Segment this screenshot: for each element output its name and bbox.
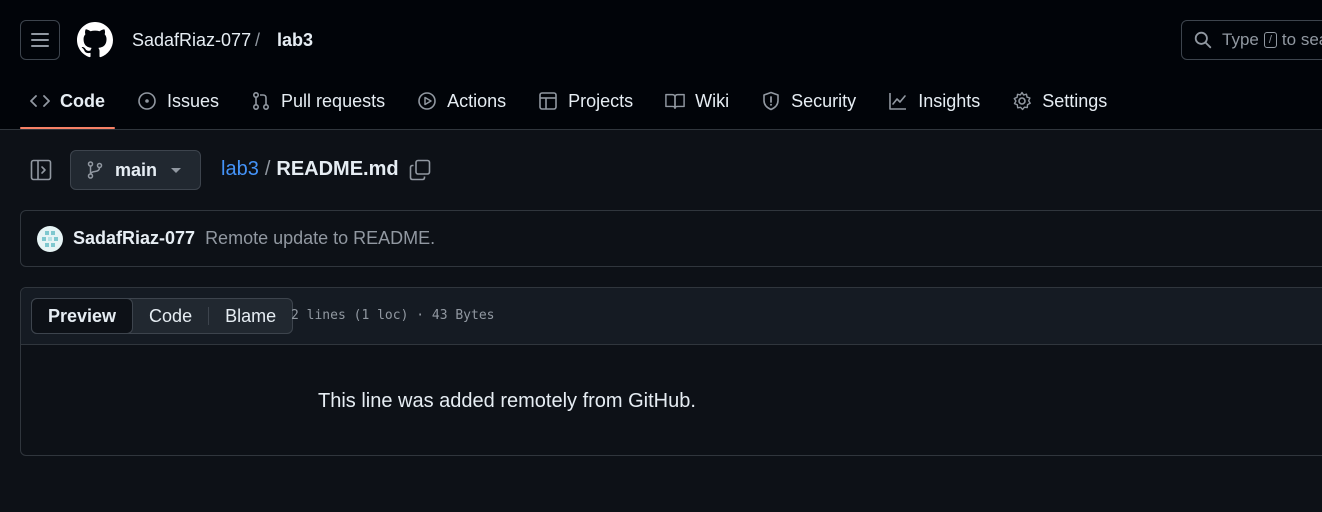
path-file-name: README.md (276, 158, 399, 180)
file-stats: 2 lines (1 loc) · 43 Bytes (291, 308, 495, 323)
tab-label: Code (60, 90, 105, 111)
search-input[interactable]: Type / to search (1181, 20, 1322, 60)
repo-nav: Code Issues Pull requests Actions Projec… (20, 80, 1129, 130)
tab-label: Projects (568, 90, 634, 111)
tab-code[interactable]: Code (20, 80, 115, 129)
tab-label: Actions (447, 90, 507, 111)
tab-label: Insights (918, 90, 981, 111)
tab-projects[interactable]: Projects (528, 80, 643, 122)
file-viewer: Preview Code Blame 2 lines (1 loc) · 43 … (20, 287, 1322, 456)
readme-text: This line was added remotely from GitHub… (318, 390, 696, 412)
hamburger-icon (31, 33, 49, 47)
tab-wiki[interactable]: Wiki (655, 80, 739, 122)
tab-label: Pull requests (281, 90, 386, 111)
commit-message[interactable]: Remote update to README. (205, 228, 435, 249)
tab-preview[interactable]: Preview (31, 298, 134, 334)
readme-content: This line was added remotely from GitHub… (21, 345, 1322, 455)
search-suffix: to search (1281, 30, 1322, 49)
pull-request-icon (251, 91, 271, 111)
tab-label: Settings (1042, 90, 1108, 111)
graph-icon (888, 91, 908, 111)
menu-button[interactable] (20, 20, 60, 60)
tab-label: Wiki (695, 90, 730, 111)
commit-author[interactable]: SadafRiaz-077 (73, 228, 195, 249)
breadcrumb-repo[interactable]: lab3 (277, 28, 313, 52)
tab-security[interactable]: Security (751, 80, 866, 122)
breadcrumb-separator: / (255, 30, 261, 50)
app-header: SadafRiaz-077 / lab3 Type / to search Co… (0, 0, 1322, 130)
file-path-breadcrumb: lab3/README.md (221, 158, 399, 181)
chevron-down-icon (171, 167, 182, 173)
gear-icon (1012, 91, 1032, 111)
sidebar-toggle-icon[interactable] (30, 159, 52, 181)
play-icon (417, 91, 437, 111)
branch-icon (87, 161, 103, 179)
tab-insights[interactable]: Insights (878, 80, 990, 122)
view-mode-switch: Preview Code Blame (31, 298, 294, 334)
issue-icon (137, 91, 157, 111)
code-icon (30, 91, 50, 111)
tab-label: Security (791, 90, 857, 111)
file-header: Preview Code Blame 2 lines (1 loc) · 43 … (21, 288, 1322, 345)
branch-name: main (115, 159, 158, 180)
tab-actions[interactable]: Actions (407, 80, 516, 122)
tab-issues[interactable]: Issues (127, 80, 229, 122)
tab-label: Issues (167, 90, 220, 111)
tab-pull-requests[interactable]: Pull requests (241, 80, 395, 122)
shield-icon (761, 91, 781, 111)
book-icon (665, 91, 685, 111)
tab-blame[interactable]: Blame (209, 299, 292, 333)
path-separator: / (264, 158, 271, 180)
search-prefix: Type (1222, 30, 1259, 49)
copy-icon[interactable] (409, 159, 431, 181)
breadcrumb-owner[interactable]: SadafRiaz-077 (132, 28, 251, 52)
tab-settings[interactable]: Settings (1002, 80, 1117, 122)
avatar[interactable] (37, 225, 63, 252)
search-icon (1194, 31, 1212, 49)
search-shortcut-key: / (1263, 32, 1277, 48)
tab-code-view[interactable]: Code (133, 299, 208, 333)
branch-selector[interactable]: main (70, 150, 201, 190)
path-repo-link[interactable]: lab3 (221, 158, 259, 180)
table-icon (538, 91, 558, 111)
latest-commit-bar: SadafRiaz-077 Remote update to README. (20, 210, 1322, 267)
github-logo-icon[interactable] (77, 22, 113, 58)
